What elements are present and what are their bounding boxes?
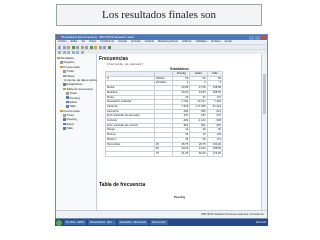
spss-viewer-window: *Resultado1 [Documento1] - IBM SPSS Stat… [55,34,268,219]
menu-item[interactable]: Gráficos [182,40,192,44]
menu-item[interactable]: Analizar [145,40,154,44]
tbl-icon [63,83,66,86]
book-icon [57,56,60,60]
note-icon [63,114,66,117]
menu-item[interactable]: Utilidades [196,40,207,44]
output-pane: Frecuencias [Conjunto_de_datos1] Estadís… [97,54,262,211]
dataset-label: [Conjunto_de_datos1] [107,63,144,66]
print-icon[interactable] [67,45,70,49]
window-title: *Resultado1 [Documento1] - IBM SPSS Stat… [61,35,135,39]
taskbar-item[interactable]: Presentación1 - Micr... [87,220,116,225]
frequency-table-title: Pesofrg [173,195,186,199]
vertical-scrollbar[interactable] [261,54,267,211]
book-icon [60,109,63,113]
menu-item[interactable]: Formato [131,40,141,44]
close-icon[interactable] [261,35,266,40]
menu-item[interactable]: Ayuda [225,40,232,44]
note-icon [63,74,66,77]
goto-data-icon[interactable] [85,45,88,49]
menu-item[interactable]: Transformar [100,40,114,44]
undo-icon[interactable] [76,45,79,49]
system-tray: ES 12:04 [256,221,266,224]
taskbar-item[interactable]: Sin título - SPSS [64,220,86,225]
note-icon [63,70,66,73]
tbl-icon [66,105,69,108]
taskbar-item[interactable]: Documento1 [150,220,168,225]
window-titlebar[interactable]: *Resultado1 [Documento1] - IBM SPSS Stat… [56,35,267,40]
redo-icon[interactable] [80,45,84,49]
status-bar: IBM SPSS Statistics Processor está listo… [56,210,267,218]
scrollbar-thumb[interactable] [263,74,266,114]
window-controls [249,35,266,40]
table-cell: 31,25 [172,150,191,157]
spss-logo-icon [57,36,60,39]
tbl-icon [66,100,69,104]
viewer-content: Resultado Registro Frecuencias Título Notas C… [56,54,267,211]
menu-item[interactable]: Marketing directo [158,40,178,44]
start-button[interactable] [56,219,62,226]
tbl-icon [63,122,66,126]
menu-item[interactable]: Ver [81,40,85,44]
goto-case-icon[interactable] [89,45,93,49]
table-icon[interactable] [103,45,106,49]
book-icon [60,65,63,69]
tbl-icon [66,96,69,99]
slide-title: Los resultados finales son [56,4,262,26]
table-cell: 174,00 [206,150,224,157]
menu-item[interactable]: Ventana [211,40,221,44]
note-icon [60,61,63,64]
windows-taskbar: Sin título - SPSS Presentación1 - Micr...… [55,219,268,226]
table-cell: 60,00 [189,150,208,157]
frequency-table-heading: Tabla de frecuencia [99,182,146,188]
book-icon [63,87,66,91]
taskbar-item[interactable]: Resultado1 - Documento [117,220,149,225]
chart-icon[interactable] [98,45,102,49]
table-cell: 75 [153,150,174,157]
outline-item[interactable]: Talla [56,126,96,130]
tbl-icon [63,127,66,130]
open-icon[interactable] [58,45,61,49]
outline-pane: Resultado Registro Frecuencias Título Notas C… [56,54,97,211]
minimize-icon[interactable] [249,35,254,40]
zoom-icon[interactable] [107,45,111,49]
menu-item[interactable]: Archivo [58,40,67,44]
maximize-icon[interactable] [255,35,260,40]
menu-item[interactable]: Datos [89,40,96,44]
save-icon[interactable] [62,45,66,49]
export-icon[interactable] [71,45,75,49]
menu-item[interactable]: Editar [71,40,78,44]
menu-item[interactable]: Insertar [118,40,127,44]
table-row: 75 31,25 60,00 174,00 [105,150,224,157]
table-cell [105,150,155,157]
variables-icon[interactable] [94,45,97,49]
note-icon [66,92,69,95]
statistics-table[interactable]: Pesofrg Edad Talla N Válidos 50 50 50 Perdidos 0 0… [105,71,224,157]
tbl-icon [63,118,66,121]
output-heading: Frecuencias [99,56,129,62]
outline-item-label: Talla [66,126,73,131]
